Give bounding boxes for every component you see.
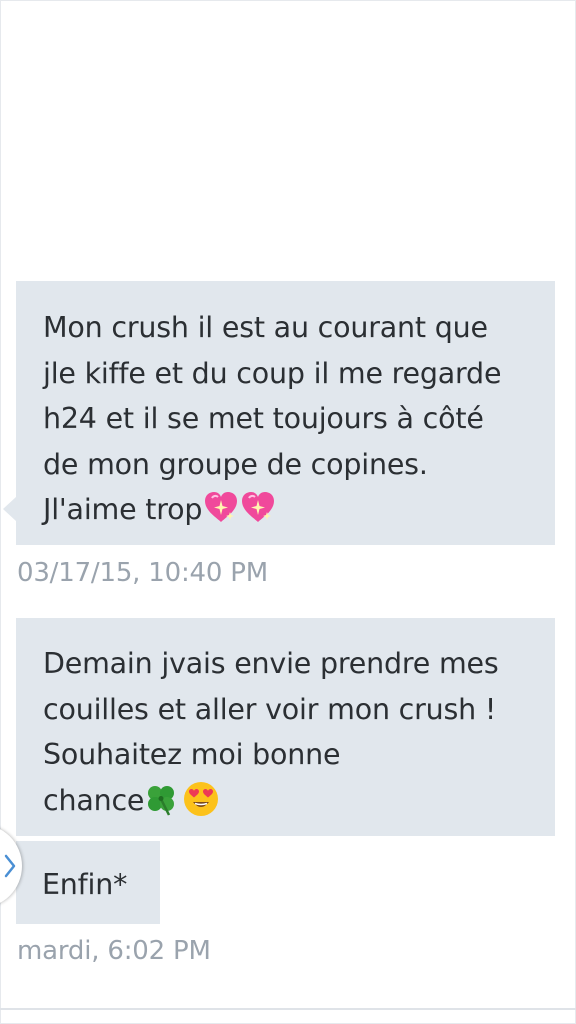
message-line: Demain jvais envie prendre mes (43, 647, 499, 680)
message-line-last: chance (43, 778, 527, 824)
chevron-right-icon (4, 854, 16, 878)
message-line: Enfin* (42, 868, 128, 901)
message-timestamp: 03/17/15, 10:40 PM (17, 558, 269, 588)
sparkling-heart-icon (242, 492, 275, 522)
four-leaf-clover-icon (148, 785, 175, 816)
message-line: jle kiffe et du coup il me regarde (43, 356, 502, 390)
message-line: de mon groupe de copines. (43, 447, 428, 481)
message-bubble[interactable]: Demain jvais envie prendre mes couilles … (16, 618, 555, 836)
message-timestamp: mardi, 6:02 PM (17, 936, 211, 966)
message-text: chance (43, 783, 145, 817)
message-bubble[interactable]: Mon crush il est au courant que jle kiff… (16, 281, 555, 545)
heart-eyes-icon (184, 781, 219, 816)
message-line: Souhaitez moi bonne (43, 738, 341, 771)
message-line: couilles et aller voir mon crush ! (43, 692, 497, 726)
message-text: Jl'aime trop (43, 493, 203, 526)
bubble-tail (3, 497, 16, 521)
sparkling-heart-icon (205, 492, 238, 522)
input-bar-divider (0, 1008, 576, 1010)
message-line: h24 et il se met toujours à côté (43, 402, 484, 435)
message-bubble[interactable]: Enfin* (16, 841, 160, 924)
message-line-last: Jl'aime trop (43, 487, 527, 533)
message-line: Mon crush il est au courant que (43, 311, 488, 344)
